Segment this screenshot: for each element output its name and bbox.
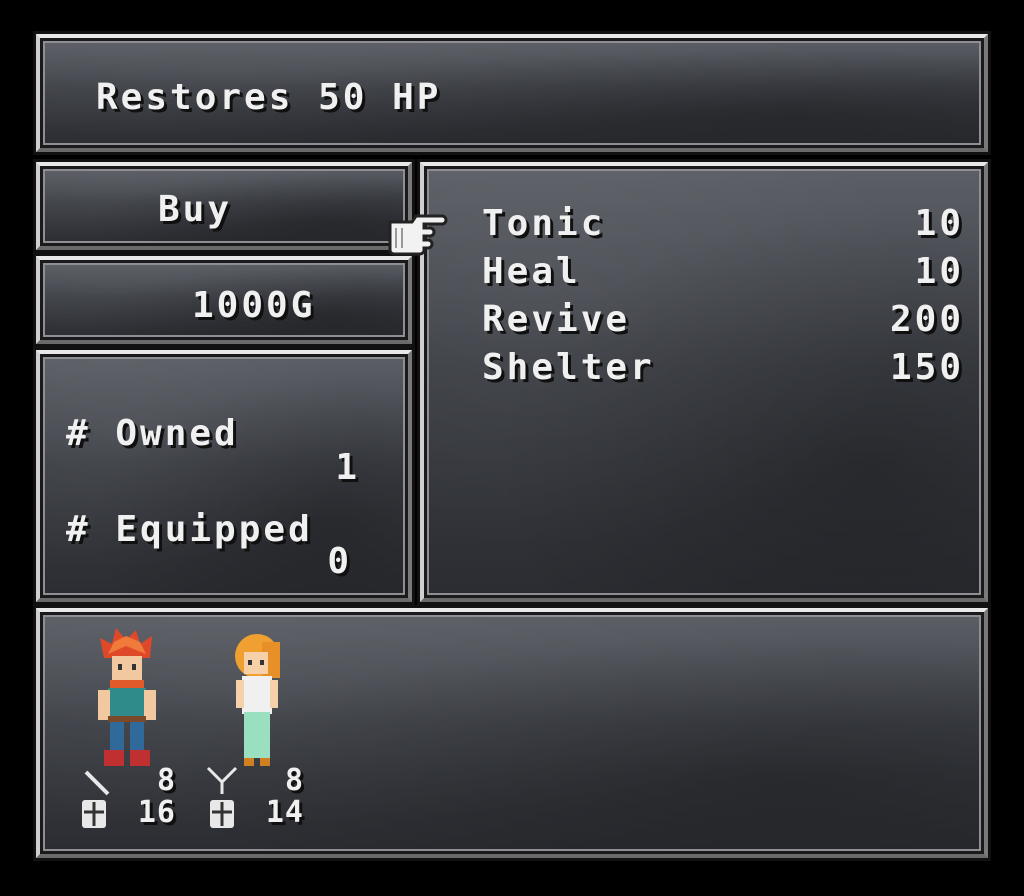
inventory-info-panel: # Owned 1 # Equipped 0 [36, 350, 412, 602]
item-name[interactable]: Revive [482, 302, 630, 338]
item-name[interactable]: Shelter [482, 350, 655, 386]
equipped-label: # Equipped [66, 509, 313, 550]
owned-label: # Owned [66, 413, 239, 454]
party-panel [36, 608, 988, 858]
item-name[interactable]: Tonic [482, 206, 605, 242]
crono-sprite [98, 628, 156, 766]
crono-armor-stat: 16 [137, 795, 176, 830]
marle-sprite [235, 634, 280, 766]
owned-value: 1 [335, 447, 360, 488]
item-name[interactable]: Heal [482, 254, 581, 290]
description-text: Restores 50 HP [96, 77, 442, 118]
buy-panel[interactable]: Buy [36, 162, 412, 250]
equipped-value: 0 [327, 541, 352, 582]
sword-icon [84, 770, 110, 796]
item-price: 10 [914, 203, 964, 244]
marle-armor-stat: 14 [265, 795, 304, 830]
crono-weapon-stat: 8 [156, 763, 176, 798]
item-price: 200 [889, 299, 964, 340]
buy-mode-label[interactable]: Buy [158, 192, 232, 228]
bow-icon [206, 766, 238, 794]
armor-icon [210, 800, 234, 828]
item-list-panel: Tonic 10 Heal 10 Revive 200 Shelter 150 [420, 162, 988, 602]
pointer-hand-icon [388, 214, 448, 256]
marle-weapon-stat: 8 [284, 763, 304, 798]
armor-icon [82, 800, 106, 828]
gold-amount: 1000G [192, 285, 316, 326]
description-panel: Restores 50 HP [36, 34, 988, 152]
gold-panel: 1000G [36, 256, 412, 344]
item-price: 10 [914, 251, 964, 292]
item-price: 150 [889, 347, 964, 388]
